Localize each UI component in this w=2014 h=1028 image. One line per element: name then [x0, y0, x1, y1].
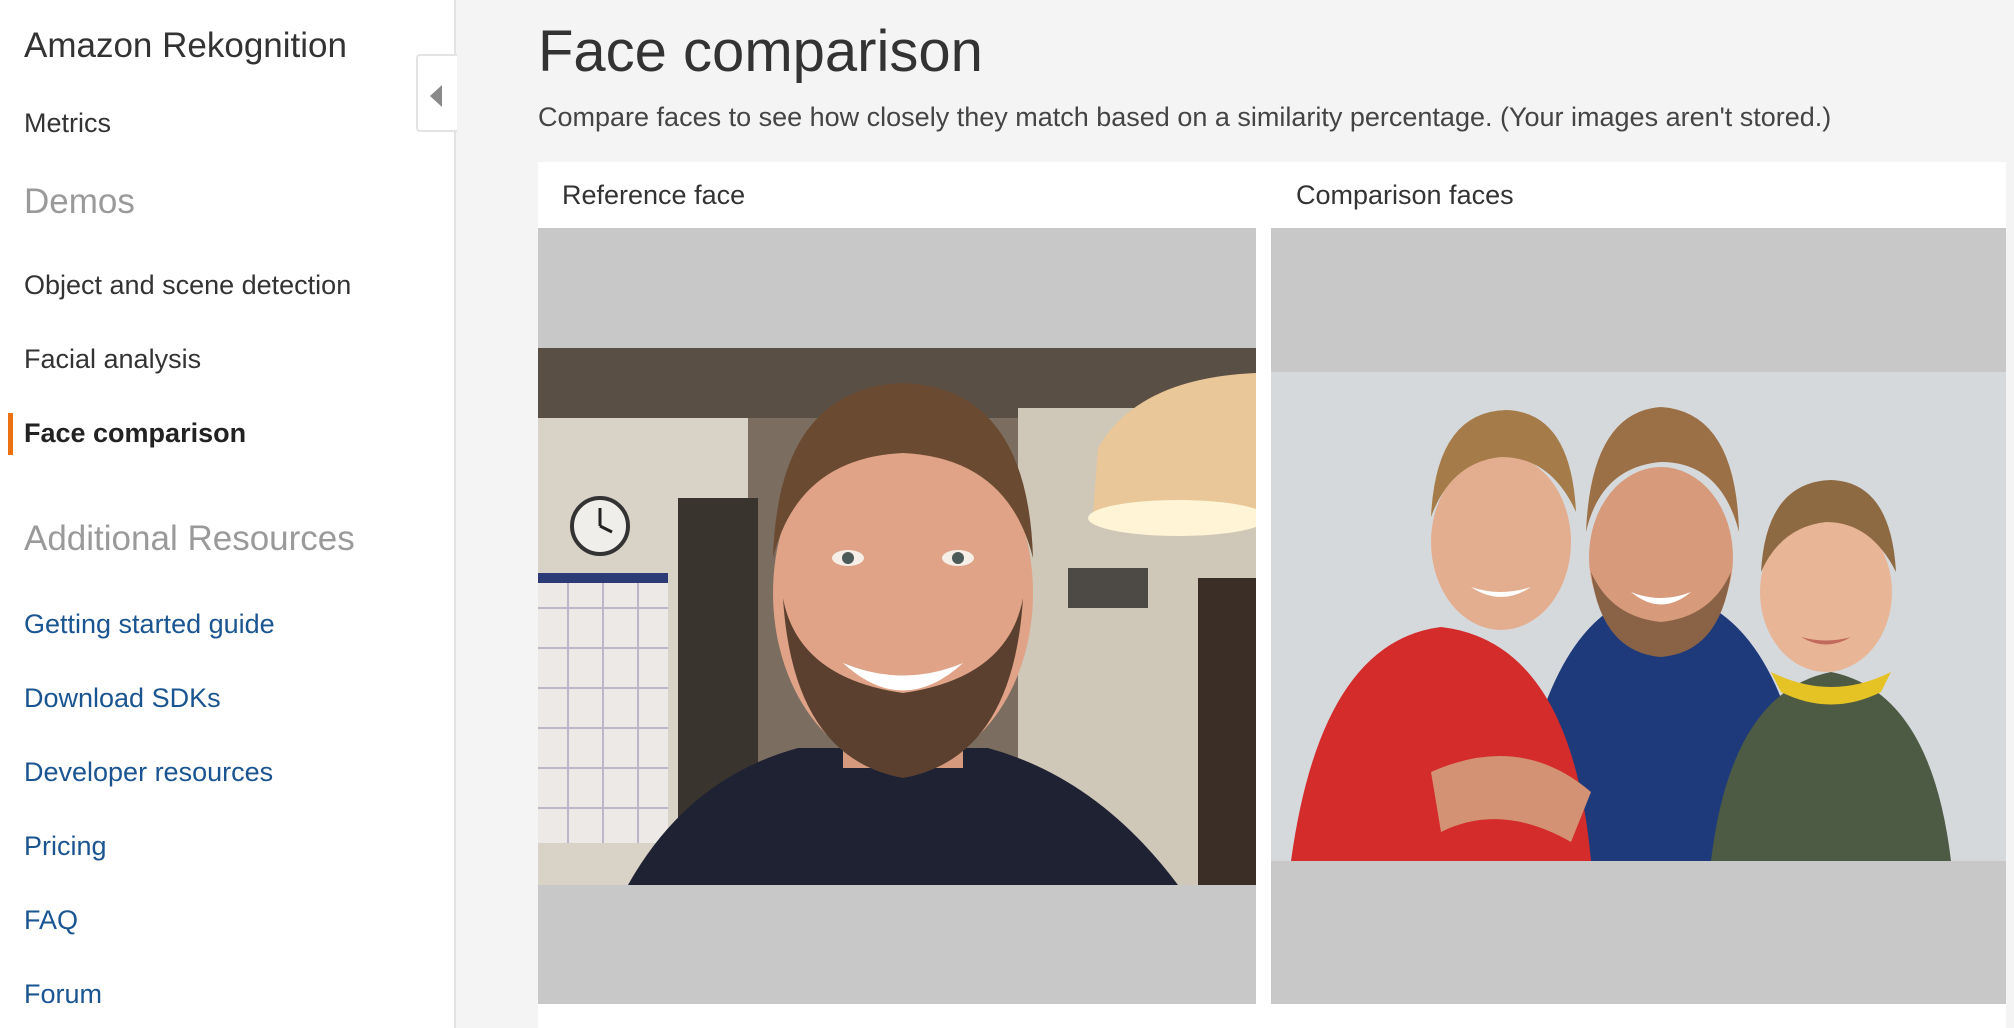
link-download-sdks[interactable]: Download SDKs [24, 683, 221, 714]
link-pricing[interactable]: Pricing [24, 831, 107, 862]
reference-face-image [538, 348, 1256, 885]
additional-resources-heading: Additional Resources [24, 519, 355, 558]
link-developer-resources[interactable]: Developer resources [24, 757, 273, 788]
sidebar-item-facial-analysis[interactable]: Facial analysis [24, 344, 201, 375]
active-indicator [8, 413, 13, 455]
comparison-faces-heading: Comparison faces [1296, 180, 1514, 210]
caret-left-icon [430, 85, 442, 107]
link-getting-started-guide[interactable]: Getting started guide [24, 609, 275, 640]
link-forum[interactable]: Forum [24, 979, 102, 1010]
reference-image-dropzone[interactable] [538, 228, 1256, 1004]
sidebar-item-metrics[interactable]: Metrics [24, 108, 111, 139]
sidebar-item-face-comparison[interactable]: Face comparison [24, 418, 246, 449]
reference-face-heading: Reference face [562, 180, 746, 210]
service-title[interactable]: Amazon Rekognition [24, 26, 347, 66]
sidebar-collapse-button[interactable] [416, 54, 457, 132]
demos-heading: Demos [24, 182, 135, 221]
comparison-faces-image [1271, 372, 2006, 861]
link-faq[interactable]: FAQ [24, 905, 78, 936]
page-description: Compare faces to see how closely they ma… [538, 102, 1832, 132]
sidebar-item-object-scene-detection[interactable]: Object and scene detection [24, 270, 351, 301]
sidebar-nav: Amazon Rekognition Metrics Demos Object … [0, 0, 456, 1028]
page-title: Face comparison [538, 19, 983, 84]
comparison-image-dropzone[interactable] [1271, 228, 2006, 1004]
